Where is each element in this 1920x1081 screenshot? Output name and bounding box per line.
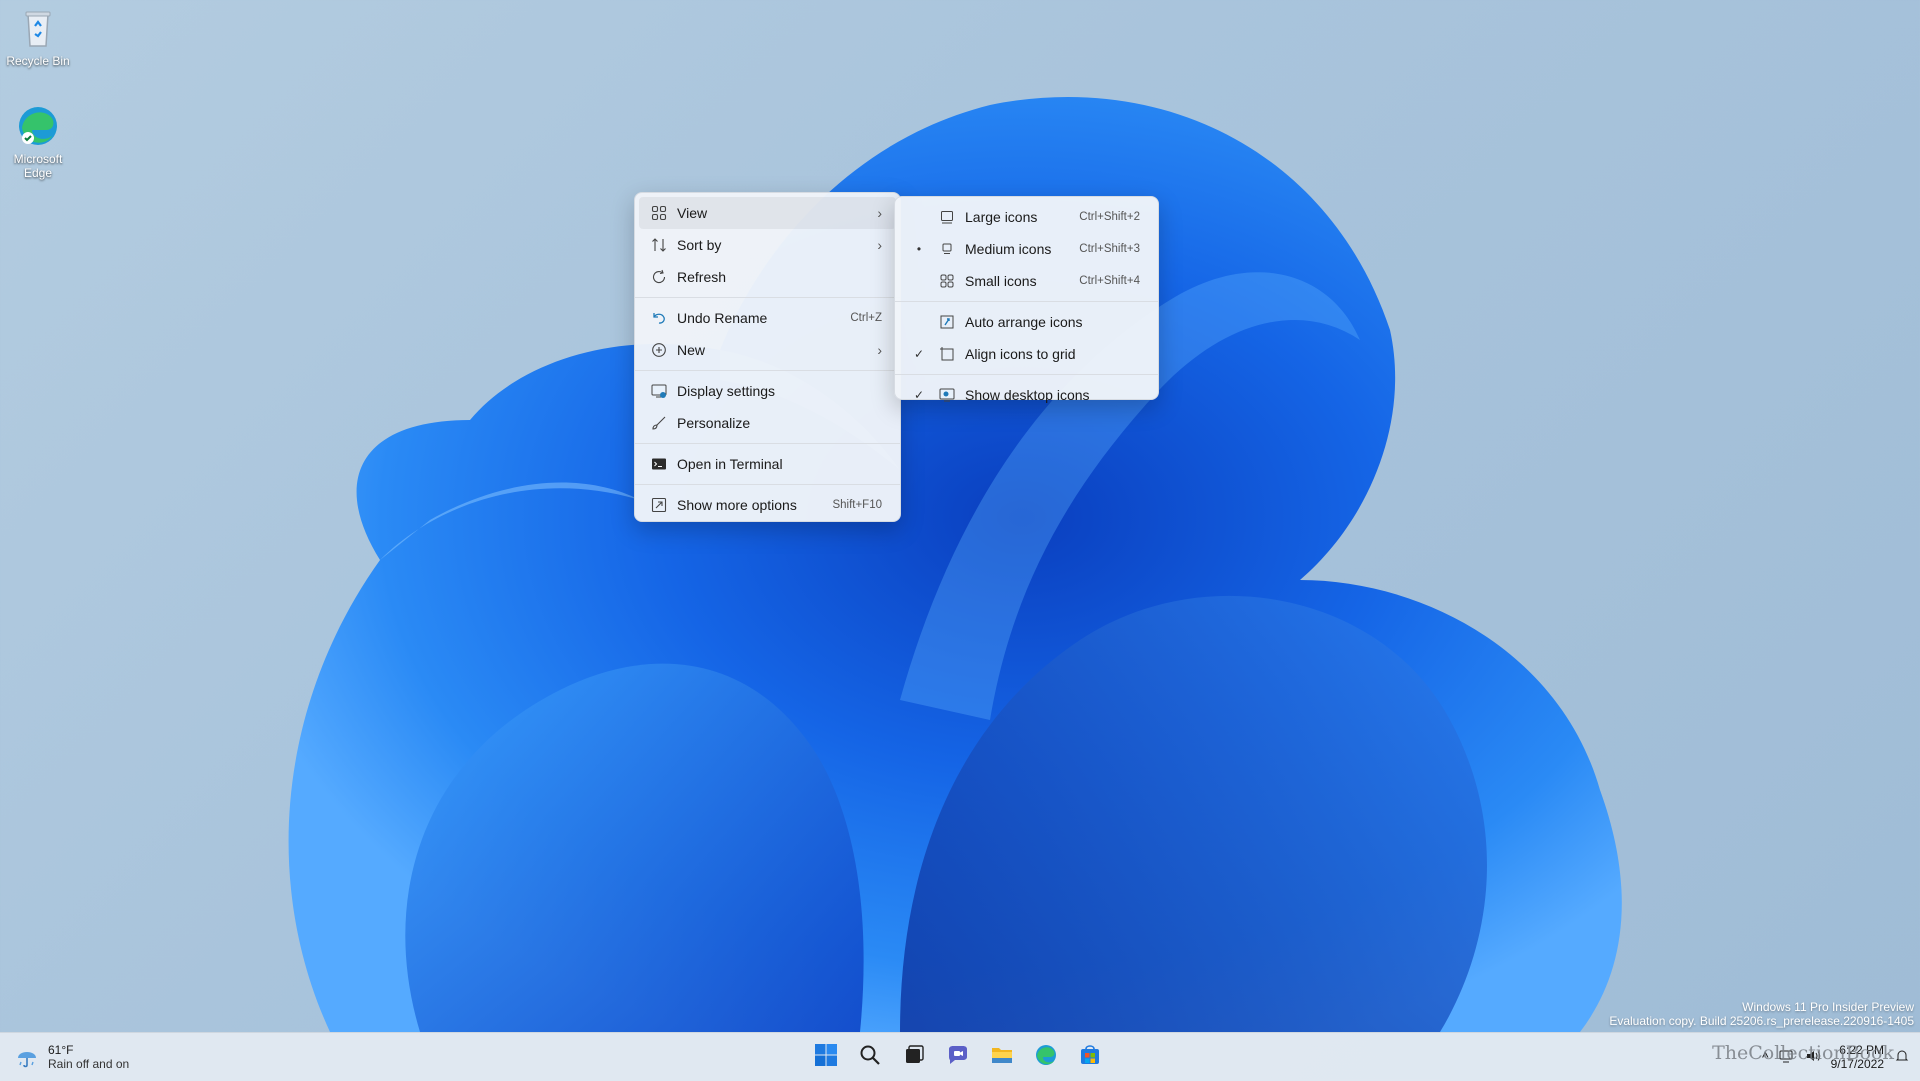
terminal-icon [651,456,667,472]
desktop-icon-edge[interactable]: Microsoft Edge [4,104,72,180]
chat-button[interactable] [940,1039,976,1075]
brand-watermark: TheCollectionBook [1712,1042,1894,1064]
refresh-icon [651,269,667,285]
menu-item-refresh[interactable]: Refresh [639,261,896,293]
taskbar: 61°F Rain off and on ^ 6:22 PM 9/17/2022… [0,1032,1920,1081]
large-icons-icon [939,209,955,225]
wallpaper-bloom [288,96,1622,1032]
submenu-item-large-icons[interactable]: Large icons Ctrl+Shift+2 [899,201,1154,233]
menu-item-undo-rename[interactable]: Undo Rename Ctrl+Z [639,302,896,334]
build-watermark: Windows 11 Pro Insider Preview Evaluatio… [1609,1000,1914,1028]
small-icons-icon [939,273,955,289]
desktop-icon-label: Recycle Bin [6,54,70,68]
menu-item-open-in-terminal[interactable]: Open in Terminal [639,448,896,480]
medium-icons-icon [939,241,955,257]
weather-widget[interactable]: 61°F Rain off and on [14,1041,129,1073]
undo-icon [651,310,667,326]
plus-circle-icon [651,342,667,358]
edge-icon [1034,1043,1058,1072]
edge-icon [16,104,60,148]
submenu-item-auto-arrange-icons[interactable]: Auto arrange icons [899,306,1154,338]
menu-item-show-more-options[interactable]: Show more options Shift+F10 [639,489,896,521]
search-button[interactable] [852,1039,888,1075]
submenu-item-medium-icons[interactable]: • Medium icons Ctrl+Shift+3 [899,233,1154,265]
view-submenu: Large icons Ctrl+Shift+2 • Medium icons … [894,196,1159,403]
weather-desc: Rain off and on [48,1057,130,1071]
submenu-item-small-icons[interactable]: Small icons Ctrl+Shift+4 [899,265,1154,297]
menu-item-new[interactable]: New › [639,334,896,366]
store-icon [1078,1043,1102,1072]
grid-icon [651,205,667,221]
brush-icon [651,415,667,431]
weather-rain-icon [14,1044,40,1070]
notification-icon[interactable] [1894,1048,1910,1067]
task-view-button[interactable] [896,1039,932,1075]
desktop-icon-label: Microsoft Edge [13,152,63,180]
recycle-bin-icon [16,6,60,50]
display-icon [651,383,667,399]
menu-separator [635,297,900,298]
menu-separator [635,484,900,485]
desktop-icon-recycle-bin[interactable]: Recycle Bin [4,6,72,68]
menu-separator [635,370,900,371]
sort-icon [651,237,667,253]
submenu-item-align-icons-to-grid[interactable]: ✓ Align icons to grid [899,338,1154,370]
menu-item-display-settings[interactable]: Display settings [639,375,896,407]
chevron-right-icon: › [877,237,882,253]
menu-item-personalize[interactable]: Personalize [639,407,896,439]
more-options-icon [651,497,667,513]
file-explorer-button[interactable] [984,1039,1020,1075]
taskbar-apps [808,1039,1108,1075]
context-menu: View › Sort by › Refresh Undo Rename Ctr… [634,192,901,522]
search-icon [859,1044,881,1071]
chat-icon [946,1043,970,1072]
menu-item-view[interactable]: View › [639,197,896,229]
menu-separator [895,374,1158,375]
auto-arrange-icon [939,314,955,330]
start-button[interactable] [808,1039,844,1075]
show-desktop-icon [939,387,955,403]
align-grid-icon [939,346,955,362]
store-button[interactable] [1072,1039,1108,1075]
weather-temp: 61°F [48,1043,74,1057]
menu-separator [635,443,900,444]
menu-separator [895,301,1158,302]
file-explorer-icon [990,1043,1014,1072]
chevron-right-icon: › [877,205,882,221]
menu-item-sort-by[interactable]: Sort by › [639,229,896,261]
submenu-item-show-desktop-icons[interactable]: ✓ Show desktop icons [899,379,1154,411]
edge-taskbar-button[interactable] [1028,1039,1064,1075]
chevron-right-icon: › [877,342,882,358]
start-icon [814,1043,838,1072]
task-view-icon [903,1044,925,1071]
